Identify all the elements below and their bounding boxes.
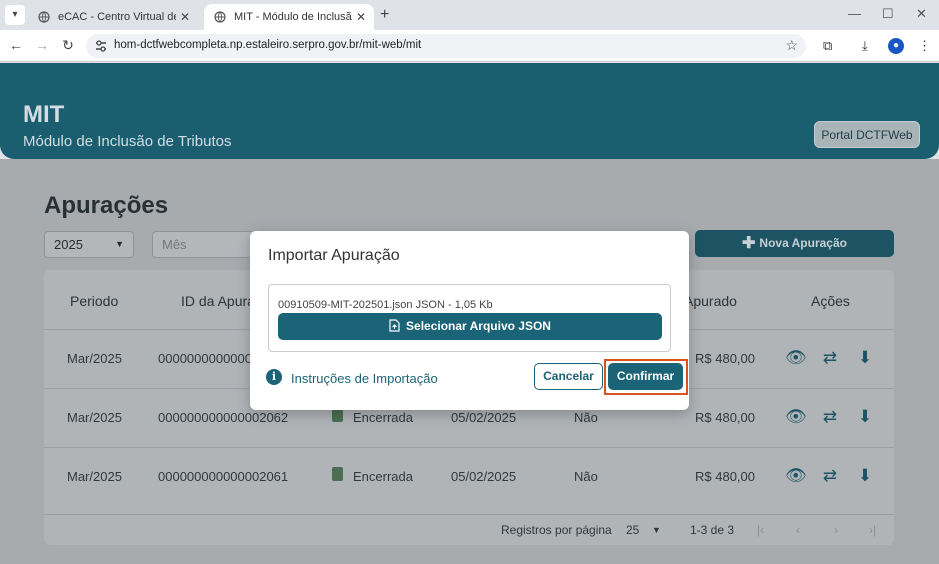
clipboard-check-icon <box>332 467 343 481</box>
cell-flag: Não <box>574 469 598 484</box>
view-eye-icon[interactable]: 👁 <box>785 466 807 486</box>
forward-icon[interactable]: → <box>33 37 51 53</box>
prev-page-icon[interactable]: ‹ <box>796 523 800 537</box>
maximize-icon[interactable]: ☐ <box>882 6 894 22</box>
globe-icon <box>38 11 50 23</box>
tab-mit[interactable]: MIT - Módulo de Inclusão de Tributos ✕ <box>204 4 374 30</box>
page-range: 1-3 de 3 <box>690 523 735 537</box>
header-acoes: Ações <box>811 293 850 309</box>
cell-id: 000000000000002061 <box>158 469 289 484</box>
download-icon[interactable]: ⬇ <box>855 348 875 368</box>
portal-dctfweb-button[interactable]: Portal DCTFWeb <box>814 121 920 148</box>
download-icon[interactable]: ⤓ <box>862 38 868 54</box>
per-page-select[interactable]: 25 <box>626 523 639 537</box>
page-title: Apurações <box>44 192 169 219</box>
close-icon[interactable]: ✕ <box>356 4 366 30</box>
cell-status: Encerrada <box>353 410 413 425</box>
url-field[interactable]: hom-dctfwebcompleta.np.estaleiro.serpro.… <box>86 34 806 58</box>
tab-title: MIT - Módulo de Inclusão de Tributos <box>234 11 352 23</box>
first-page-icon[interactable]: |‹ <box>757 523 764 537</box>
modal-title: Importar Apuração <box>268 247 400 264</box>
extensions-icon[interactable]: ⧉ <box>823 38 832 54</box>
last-page-icon[interactable]: ›| <box>869 523 876 537</box>
year-value: 2025 <box>54 237 83 252</box>
cell-data: 05/02/2025 <box>451 469 517 484</box>
import-modal: Importar Apuração 00910509-MIT-202501.js… <box>250 231 689 410</box>
app-subtitle: Módulo de Inclusão de Tributos <box>23 133 232 150</box>
year-select[interactable]: 2025 ▼ <box>44 231 134 258</box>
info-icon: i <box>266 369 282 385</box>
new-apuracao-label: Nova Apuração <box>759 236 847 250</box>
tab-ecac[interactable]: eCAC - Centro Virtual de Atendimento ✕ <box>28 4 198 30</box>
selected-file-name: 00910509-MIT-202501.json JSON - 1,05 Kb <box>278 299 493 311</box>
reload-icon[interactable]: ↻ <box>59 37 77 54</box>
chevron-down-icon[interactable]: ▼ <box>652 525 661 535</box>
header-id: ID da Apuração <box>181 293 253 309</box>
select-json-button[interactable]: Selecionar Arquivo JSON <box>278 313 662 340</box>
import-instructions-link[interactable]: Instruções de Importação <box>291 371 438 386</box>
select-json-label: Selecionar Arquivo JSON <box>406 319 551 333</box>
cell-valor: R$ 480,00 <box>695 351 755 366</box>
url-text: hom-dctfwebcompleta.np.estaleiro.serpro.… <box>114 39 422 51</box>
transmit-icon[interactable]: ⇄ <box>820 466 840 486</box>
new-apuracao-button[interactable]: ✚ Nova Apuração <box>695 230 894 257</box>
tab-search-icon[interactable]: ▾ <box>5 5 25 25</box>
site-settings-icon[interactable] <box>94 39 108 53</box>
cell-status: Encerrada <box>353 469 413 484</box>
file-upload-icon <box>389 319 400 332</box>
download-icon[interactable]: ⬇ <box>855 407 875 427</box>
transmit-icon[interactable]: ⇄ <box>820 348 840 368</box>
next-page-icon[interactable]: › <box>834 523 838 537</box>
minimize-icon[interactable]: — <box>848 6 861 21</box>
menu-kebab-icon[interactable]: ⋮ <box>918 38 931 54</box>
cell-data: 05/02/2025 <box>451 410 517 425</box>
table-pager: Registros por página 25 ▼ 1-3 de 3 |‹ ‹ … <box>44 514 894 545</box>
globe-icon <box>214 11 226 23</box>
cell-valor: R$ 480,00 <box>695 410 755 425</box>
header-periodo: Periodo <box>70 293 119 309</box>
app-title: MIT <box>23 101 65 128</box>
cell-id: 0000000000000002063 <box>158 351 250 366</box>
window-close-icon[interactable]: ✕ <box>916 6 927 22</box>
cell-periodo: Mar/2025 <box>67 351 122 366</box>
cell-periodo: Mar/2025 <box>67 469 122 484</box>
view-eye-icon[interactable]: 👁 <box>785 407 807 427</box>
close-icon[interactable]: ✕ <box>180 4 190 30</box>
browser-tab-bar: ▾ eCAC - Centro Virtual de Atendimento ✕… <box>0 0 939 30</box>
profile-avatar-icon[interactable]: ● <box>888 38 904 54</box>
new-tab-icon[interactable]: + <box>380 6 389 24</box>
clipboard-check-icon <box>332 408 343 422</box>
cell-id: 000000000000002062 <box>158 410 289 425</box>
month-input[interactable]: Mês <box>152 231 252 258</box>
cell-periodo: Mar/2025 <box>67 410 122 425</box>
back-icon[interactable]: ← <box>7 37 25 53</box>
per-page-label: Registros por página <box>501 523 612 537</box>
address-bar: ← → ↻ hom-dctfwebcompleta.np.estaleiro.s… <box>0 30 939 62</box>
download-icon[interactable]: ⬇ <box>855 466 875 486</box>
cell-valor: R$ 480,00 <box>695 469 755 484</box>
confirm-button[interactable]: Confirmar <box>608 363 683 390</box>
plus-icon: ✚ <box>742 235 756 252</box>
bookmark-star-icon[interactable]: ☆ <box>785 37 798 54</box>
cell-flag: Não <box>574 410 598 425</box>
transmit-icon[interactable]: ⇄ <box>820 407 840 427</box>
app-header: MIT Módulo de Inclusão de Tributos Porta… <box>0 63 939 159</box>
header-apurado: Apurado <box>684 293 737 309</box>
chevron-down-icon: ▼ <box>115 239 124 249</box>
file-upload-box: 00910509-MIT-202501.json JSON - 1,05 Kb … <box>268 284 671 352</box>
view-eye-icon[interactable]: 👁 <box>785 348 807 368</box>
cancel-button[interactable]: Cancelar <box>534 363 603 390</box>
tab-title: eCAC - Centro Virtual de Atendimento <box>58 11 176 23</box>
table-row: Mar/2025 000000000000002061 Encerrada 05… <box>44 447 894 506</box>
